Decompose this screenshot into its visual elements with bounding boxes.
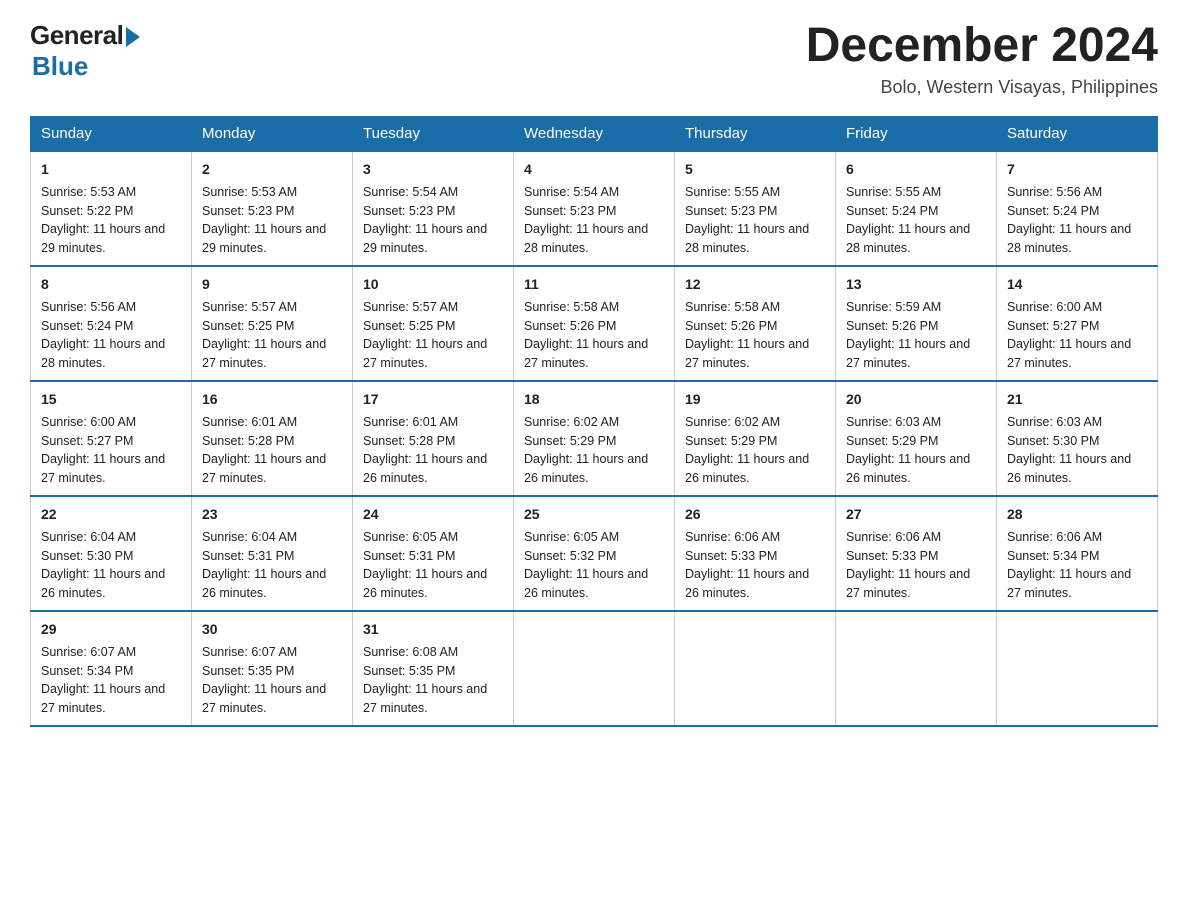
calendar-cell: 19Sunrise: 6:02 AMSunset: 5:29 PMDayligh… [675,381,836,496]
calendar-cell: 5Sunrise: 5:55 AMSunset: 5:23 PMDaylight… [675,151,836,266]
header-saturday: Saturday [997,116,1158,151]
day-number: 12 [685,274,825,295]
calendar-cell: 21Sunrise: 6:03 AMSunset: 5:30 PMDayligh… [997,381,1158,496]
day-number: 15 [41,389,181,410]
header-wednesday: Wednesday [514,116,675,151]
day-number: 31 [363,619,503,640]
calendar-cell: 3Sunrise: 5:54 AMSunset: 5:23 PMDaylight… [353,151,514,266]
day-number: 1 [41,159,181,180]
day-number: 6 [846,159,986,180]
logo: General Blue [30,20,140,82]
header-friday: Friday [836,116,997,151]
calendar-header-row: SundayMondayTuesdayWednesdayThursdayFrid… [31,116,1158,151]
calendar-cell [514,611,675,726]
page-header: General Blue December 2024 Bolo, Western… [30,20,1158,98]
calendar-week-5: 29Sunrise: 6:07 AMSunset: 5:34 PMDayligh… [31,611,1158,726]
calendar-cell: 18Sunrise: 6:02 AMSunset: 5:29 PMDayligh… [514,381,675,496]
header-monday: Monday [192,116,353,151]
calendar-cell [997,611,1158,726]
calendar-cell: 6Sunrise: 5:55 AMSunset: 5:24 PMDaylight… [836,151,997,266]
day-number: 13 [846,274,986,295]
day-number: 26 [685,504,825,525]
calendar-cell [675,611,836,726]
calendar-cell: 26Sunrise: 6:06 AMSunset: 5:33 PMDayligh… [675,496,836,611]
title-block: December 2024 Bolo, Western Visayas, Phi… [806,20,1158,98]
calendar-cell: 11Sunrise: 5:58 AMSunset: 5:26 PMDayligh… [514,266,675,381]
calendar-week-2: 8Sunrise: 5:56 AMSunset: 5:24 PMDaylight… [31,266,1158,381]
calendar-cell: 9Sunrise: 5:57 AMSunset: 5:25 PMDaylight… [192,266,353,381]
day-number: 28 [1007,504,1147,525]
day-number: 17 [363,389,503,410]
calendar-cell: 22Sunrise: 6:04 AMSunset: 5:30 PMDayligh… [31,496,192,611]
day-number: 2 [202,159,342,180]
day-number: 18 [524,389,664,410]
calendar-cell: 1Sunrise: 5:53 AMSunset: 5:22 PMDaylight… [31,151,192,266]
calendar-cell: 8Sunrise: 5:56 AMSunset: 5:24 PMDaylight… [31,266,192,381]
day-number: 4 [524,159,664,180]
day-number: 21 [1007,389,1147,410]
calendar-cell: 13Sunrise: 5:59 AMSunset: 5:26 PMDayligh… [836,266,997,381]
day-number: 7 [1007,159,1147,180]
calendar-cell: 4Sunrise: 5:54 AMSunset: 5:23 PMDaylight… [514,151,675,266]
day-number: 19 [685,389,825,410]
calendar-cell: 16Sunrise: 6:01 AMSunset: 5:28 PMDayligh… [192,381,353,496]
day-number: 23 [202,504,342,525]
day-number: 22 [41,504,181,525]
calendar-cell: 12Sunrise: 5:58 AMSunset: 5:26 PMDayligh… [675,266,836,381]
calendar-cell: 27Sunrise: 6:06 AMSunset: 5:33 PMDayligh… [836,496,997,611]
logo-blue-text: Blue [32,51,88,82]
calendar-week-4: 22Sunrise: 6:04 AMSunset: 5:30 PMDayligh… [31,496,1158,611]
calendar-cell [836,611,997,726]
day-number: 20 [846,389,986,410]
day-number: 8 [41,274,181,295]
calendar-week-3: 15Sunrise: 6:00 AMSunset: 5:27 PMDayligh… [31,381,1158,496]
day-number: 30 [202,619,342,640]
calendar-week-1: 1Sunrise: 5:53 AMSunset: 5:22 PMDaylight… [31,151,1158,266]
calendar-cell: 30Sunrise: 6:07 AMSunset: 5:35 PMDayligh… [192,611,353,726]
month-title: December 2024 [806,20,1158,73]
calendar-cell: 29Sunrise: 6:07 AMSunset: 5:34 PMDayligh… [31,611,192,726]
calendar-cell: 24Sunrise: 6:05 AMSunset: 5:31 PMDayligh… [353,496,514,611]
day-number: 10 [363,274,503,295]
day-number: 25 [524,504,664,525]
day-number: 27 [846,504,986,525]
calendar-cell: 31Sunrise: 6:08 AMSunset: 5:35 PMDayligh… [353,611,514,726]
logo-general-text: General [30,20,123,51]
calendar-cell: 10Sunrise: 5:57 AMSunset: 5:25 PMDayligh… [353,266,514,381]
calendar-cell: 2Sunrise: 5:53 AMSunset: 5:23 PMDaylight… [192,151,353,266]
day-number: 16 [202,389,342,410]
day-number: 11 [524,274,664,295]
calendar-cell: 17Sunrise: 6:01 AMSunset: 5:28 PMDayligh… [353,381,514,496]
calendar-table: SundayMondayTuesdayWednesdayThursdayFrid… [30,116,1158,727]
location-text: Bolo, Western Visayas, Philippines [806,77,1158,98]
day-number: 5 [685,159,825,180]
logo-arrow-icon [126,27,140,47]
header-sunday: Sunday [31,116,192,151]
day-number: 14 [1007,274,1147,295]
calendar-cell: 14Sunrise: 6:00 AMSunset: 5:27 PMDayligh… [997,266,1158,381]
day-number: 24 [363,504,503,525]
calendar-cell: 28Sunrise: 6:06 AMSunset: 5:34 PMDayligh… [997,496,1158,611]
calendar-cell: 7Sunrise: 5:56 AMSunset: 5:24 PMDaylight… [997,151,1158,266]
day-number: 3 [363,159,503,180]
calendar-cell: 23Sunrise: 6:04 AMSunset: 5:31 PMDayligh… [192,496,353,611]
day-number: 29 [41,619,181,640]
day-number: 9 [202,274,342,295]
calendar-cell: 25Sunrise: 6:05 AMSunset: 5:32 PMDayligh… [514,496,675,611]
header-thursday: Thursday [675,116,836,151]
calendar-cell: 20Sunrise: 6:03 AMSunset: 5:29 PMDayligh… [836,381,997,496]
header-tuesday: Tuesday [353,116,514,151]
calendar-cell: 15Sunrise: 6:00 AMSunset: 5:27 PMDayligh… [31,381,192,496]
